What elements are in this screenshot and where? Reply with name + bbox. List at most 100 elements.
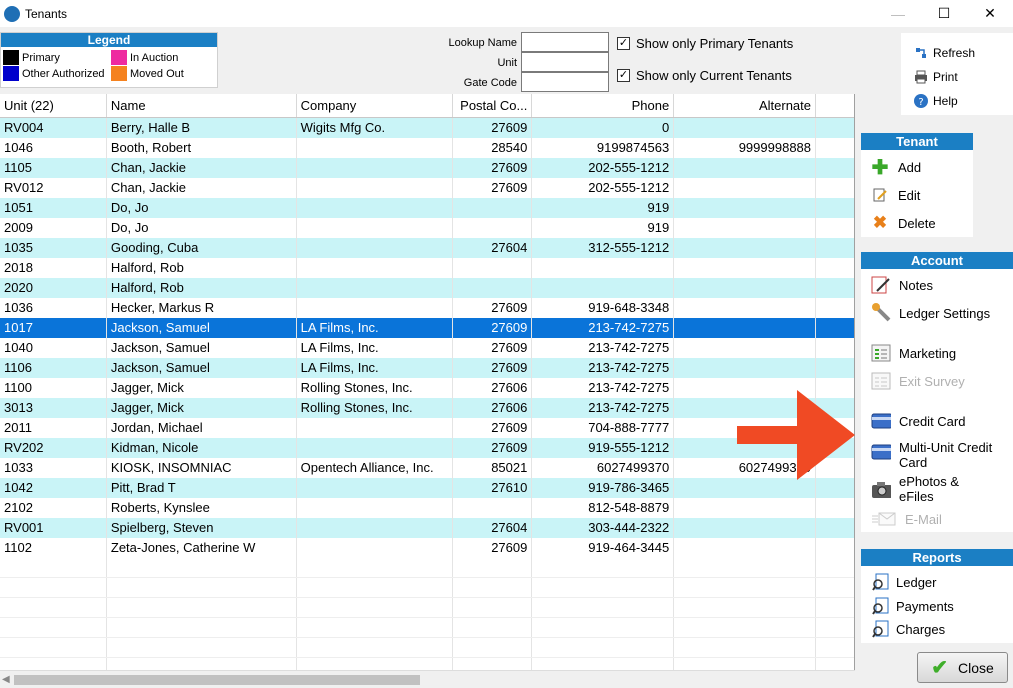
minimize-button[interactable]: —: [875, 0, 921, 27]
ledger-settings-button[interactable]: Ledger Settings: [871, 303, 990, 323]
close-window-button[interactable]: ✕: [967, 0, 1013, 27]
close-button[interactable]: ✔ Close: [917, 652, 1008, 683]
account-panel-title: Account: [861, 252, 1013, 269]
refresh-button[interactable]: Refresh: [911, 43, 975, 63]
print-button[interactable]: Print: [911, 67, 958, 87]
cell-company: [297, 138, 454, 158]
cell-postal: 27609: [453, 118, 533, 138]
cell-company: [297, 298, 454, 318]
table-row[interactable]: 2011 Jordan, Michael 27609 704-888-7777: [0, 418, 854, 438]
empty-cell: [816, 638, 854, 657]
charges-report-button[interactable]: Charges: [871, 619, 945, 639]
table-row[interactable]: 2018 Halford, Rob: [0, 258, 854, 278]
table-row[interactable]: 1051 Do, Jo 919: [0, 198, 854, 218]
help-button[interactable]: ? Help: [911, 91, 958, 111]
scrollbar-thumb[interactable]: [14, 675, 420, 685]
table-row[interactable]: 1042 Pitt, Brad T 27610 919-786-3465: [0, 478, 854, 498]
table-row[interactable]: 3013 Jagger, Mick Rolling Stones, Inc. 2760…: [0, 398, 854, 418]
ephotos-efiles-button[interactable]: ePhotos & eFiles: [871, 474, 959, 504]
column-header-phone[interactable]: Phone: [532, 94, 675, 117]
legend: Legend Primary Other Authorized In Aucti…: [0, 32, 218, 88]
ledger-settings-label: Ledger Settings: [899, 305, 991, 321]
grid-body: RV004 Berry, Halle B Wigits Mfg Co. 27609 0 1…: [0, 118, 854, 670]
table-row[interactable]: RV004 Berry, Halle B Wigits Mfg Co. 27609 0: [0, 118, 854, 138]
edit-tenant-button[interactable]: Edit: [870, 185, 920, 205]
window-title: Tenants: [25, 6, 68, 21]
cell-phone: 812-548-8879: [532, 498, 675, 518]
table-row[interactable]: 1035 Gooding, Cuba 27604 312-555-1212: [0, 238, 854, 258]
exit-survey-button[interactable]: Exit Survey: [871, 371, 965, 391]
current-tenants-label: Show only Current Tenants: [636, 68, 792, 83]
notes-button[interactable]: Notes: [871, 275, 933, 295]
cell-name: Pitt, Brad T: [107, 478, 297, 498]
column-header-company[interactable]: Company: [297, 94, 454, 117]
primary-tenants-checkbox[interactable]: ✓: [617, 37, 630, 50]
cell-name: Jordan, Michael: [107, 418, 297, 438]
cell-name: Chan, Jackie: [107, 178, 297, 198]
lookup-name-input[interactable]: [521, 32, 609, 52]
table-row[interactable]: 1102 Zeta-Jones, Catherine W 27609 919-464-…: [0, 538, 854, 558]
table-row[interactable]: 1106 Jackson, Samuel LA Films, Inc. 27609 21…: [0, 358, 854, 378]
cell-name: Gooding, Cuba: [107, 238, 297, 258]
empty-cell: [0, 558, 107, 577]
ledger-report-button[interactable]: Ledger: [871, 572, 936, 592]
maximize-button[interactable]: ☐: [921, 0, 967, 27]
cell-filler: [816, 338, 854, 358]
table-row[interactable]: 2009 Do, Jo 919: [0, 218, 854, 238]
delete-tenant-button[interactable]: ✖ Delete: [870, 213, 936, 233]
primary-tenants-filter[interactable]: ✓ Show only Primary Tenants: [617, 36, 793, 51]
scroll-left-icon[interactable]: ◀: [2, 674, 10, 685]
print-label: Print: [933, 70, 958, 84]
unit-input[interactable]: [521, 52, 609, 72]
table-row[interactable]: 1033 KIOSK, INSOMNIAC Opentech Alliance, I…: [0, 458, 854, 478]
email-button[interactable]: E-Mail: [871, 509, 942, 529]
marketing-icon: [871, 343, 891, 363]
cell-postal: 27609: [453, 298, 533, 318]
tenant-panel: Tenant ✚ Add Edit ✖ Delete: [861, 133, 973, 237]
table-row[interactable]: RV202 Kidman, Nicole 27609 919-555-1212: [0, 438, 854, 458]
multi-unit-credit-card-text: Multi-Unit Credit Card: [899, 440, 992, 470]
cell-name: Spielberg, Steven: [107, 518, 297, 538]
column-header-alternate[interactable]: Alternate: [674, 94, 817, 117]
column-header-unit[interactable]: Unit (22): [0, 94, 107, 117]
cell-name: Booth, Robert: [107, 138, 297, 158]
cell-company: [297, 498, 454, 518]
current-tenants-checkbox[interactable]: ✓: [617, 69, 630, 82]
current-tenants-filter[interactable]: ✓ Show only Current Tenants: [617, 68, 792, 83]
cell-phone: [532, 278, 675, 298]
svg-text:?: ?: [918, 97, 923, 108]
table-row[interactable]: RV001 Spielberg, Steven 27604 303-444-2322: [0, 518, 854, 538]
cell-phone: 919-464-3445: [532, 538, 675, 558]
cell-alternate: [674, 498, 817, 518]
reports-panel-title: Reports: [861, 549, 1013, 566]
payments-report-button[interactable]: Payments: [871, 596, 954, 616]
horizontal-scrollbar[interactable]: ◀: [0, 670, 855, 688]
table-row[interactable]: 1100 Jagger, Mick Rolling Stones, Inc. 2760…: [0, 378, 854, 398]
table-row[interactable]: 1036 Hecker, Markus R 27609 919-648-3348: [0, 298, 854, 318]
credit-card-button[interactable]: Credit Card: [871, 411, 965, 431]
table-row[interactable]: RV012 Chan, Jackie 27609 202-555-1212: [0, 178, 854, 198]
gate-code-input[interactable]: [521, 72, 609, 92]
column-header-name[interactable]: Name: [107, 94, 297, 117]
table-row[interactable]: 1046 Booth, Robert 28540 9199874563 99999988…: [0, 138, 854, 158]
empty-row: [0, 558, 854, 578]
notes-label: Notes: [899, 277, 933, 293]
table-row[interactable]: 1040 Jackson, Samuel LA Films, Inc. 27609 21…: [0, 338, 854, 358]
empty-cell: [816, 658, 854, 670]
empty-cell: [0, 658, 107, 670]
table-row[interactable]: 1105 Chan, Jackie 27609 202-555-1212: [0, 158, 854, 178]
table-row[interactable]: 2102 Roberts, Kynslee 812-548-8879: [0, 498, 854, 518]
column-header-postal[interactable]: Postal Co...: [453, 94, 533, 117]
add-tenant-button[interactable]: ✚ Add: [870, 157, 922, 179]
multi-unit-credit-card-button[interactable]: Multi-Unit Credit Card: [871, 440, 992, 470]
cell-phone: 202-555-1212: [532, 158, 675, 178]
empty-cell: [0, 578, 107, 597]
table-row[interactable]: 2020 Halford, Rob: [0, 278, 854, 298]
table-row[interactable]: 1017 Jackson, Samuel LA Films, Inc. 27609 21…: [0, 318, 854, 338]
empty-cell: [107, 598, 297, 617]
legend-swatch: [111, 50, 127, 65]
cell-phone: 213-742-7275: [532, 318, 675, 338]
unit-label: Unit: [497, 57, 517, 69]
marketing-button[interactable]: Marketing: [871, 343, 956, 363]
cell-postal: 27604: [453, 518, 533, 538]
